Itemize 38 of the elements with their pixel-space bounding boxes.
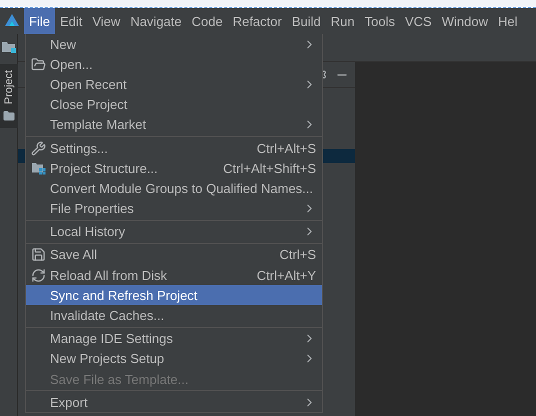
menu-entry[interactable]: Settings... Ctrl+Alt+S — [26, 138, 322, 158]
menu-entry[interactable]: Open... — [26, 54, 322, 74]
reload-icon — [31, 268, 46, 283]
save-icon — [31, 247, 46, 262]
folder-icon[interactable] — [0, 40, 16, 54]
folder-grid-icon — [31, 161, 46, 176]
wrench-icon — [31, 140, 46, 156]
menu-entry[interactable]: Project Structure... Ctrl+Alt+Shift+S — [26, 158, 322, 178]
menu-item[interactable]: Hel — [492, 8, 522, 34]
menu-item[interactable]: Window — [436, 8, 493, 34]
menu-item[interactable]: Tools — [360, 8, 400, 34]
menu-entry[interactable]: Template Market — [26, 114, 322, 135]
menu-entry[interactable]: Local History — [26, 222, 322, 242]
menu-entry[interactable]: Close Project — [26, 94, 322, 115]
menu-entry[interactable]: Invalidate Caches... — [26, 305, 322, 326]
menu-entry[interactable]: Reload All from Disk Ctrl+Alt+Y — [26, 265, 322, 286]
menu-entry[interactable]: New Projects Setup — [26, 348, 322, 369]
menu-entry[interactable]: Open Recent — [26, 74, 322, 95]
folder-open-icon — [31, 56, 46, 72]
menu-entry[interactable]: Export — [26, 392, 322, 412]
menu-entry[interactable]: File Properties — [26, 198, 322, 219]
menu-entry[interactable]: New — [26, 34, 322, 54]
menu-item[interactable]: View — [87, 8, 126, 34]
project-tab[interactable]: Project — [0, 64, 18, 128]
menu-entry[interactable]: Manage IDE Settings — [26, 328, 322, 349]
menu-item[interactable]: Refactor — [228, 8, 287, 34]
menu-item[interactable]: Build — [286, 8, 326, 34]
menu-entry[interactable]: Save All Ctrl+S — [26, 244, 322, 266]
menu-item[interactable]: VCS — [400, 8, 437, 34]
menu-item[interactable]: File — [24, 8, 55, 34]
menu-item[interactable]: Run — [326, 8, 360, 34]
folder-icon — [2, 110, 14, 122]
menu-item[interactable]: Edit — [54, 8, 88, 34]
menu-entry[interactable]: Convert Module Groups to Qualified Names... — [26, 178, 322, 198]
menu-item[interactable]: Code — [186, 8, 228, 34]
menu-item[interactable]: Navigate — [125, 8, 187, 34]
logo-icon — [4, 13, 20, 29]
menu-entry[interactable]: Sync and Refresh Project — [26, 285, 322, 306]
